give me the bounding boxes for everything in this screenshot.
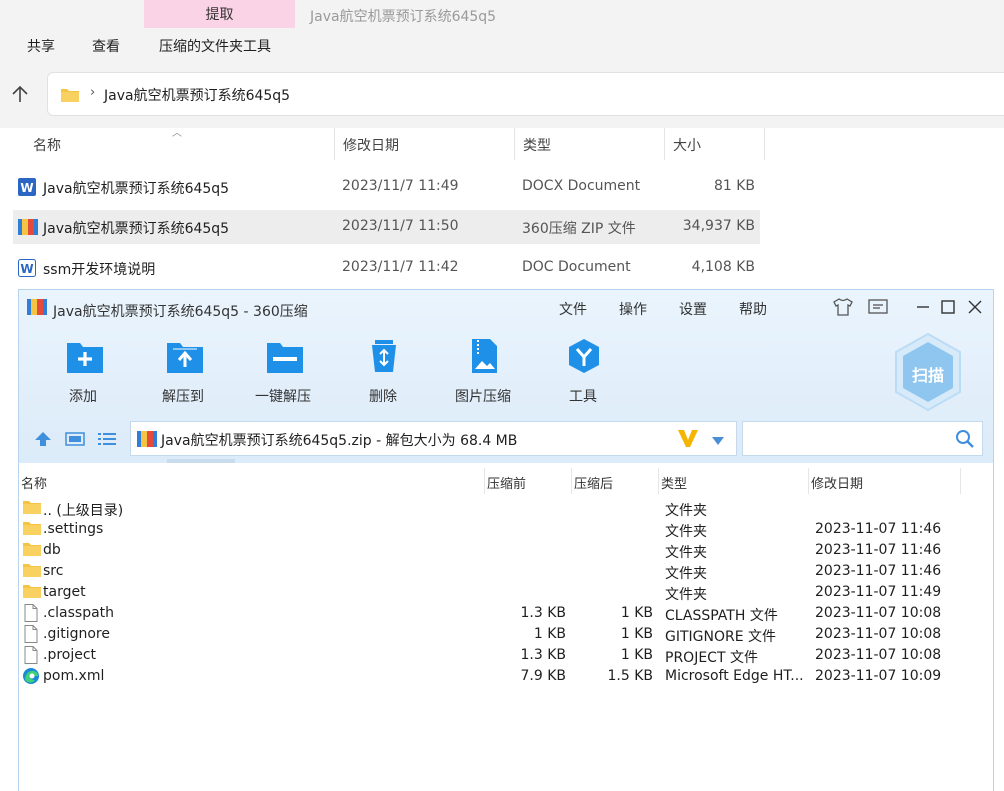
- folder-icon: [22, 499, 42, 519]
- list-item[interactable]: .project 1.3 KB 1 KB PROJECT 文件 2023-11-…: [19, 645, 993, 666]
- file-row[interactable]: W Java航空机票预订系统645q5 2023/11/7 11:49 DOCX…: [13, 170, 760, 204]
- archive-path-text: Java航空机票预订系统645q5.zip - 解包大小为 68.4 MB: [161, 433, 518, 449]
- svg-text:W: W: [20, 181, 33, 195]
- svg-text:W: W: [20, 262, 33, 276]
- col-header-date[interactable]: 修改日期: [335, 128, 515, 160]
- menu-operation[interactable]: 操作: [619, 299, 647, 319]
- extract-folder-icon: [166, 338, 203, 374]
- message-icon[interactable]: [867, 296, 889, 318]
- zip-archive-icon: [137, 430, 157, 452]
- close-icon[interactable]: [964, 296, 986, 318]
- zip-col-after[interactable]: 压缩后: [572, 468, 659, 494]
- zip-window: Java航空机票预订系统645q5 - 360压缩 文件 操作 设置 帮助 添加…: [18, 289, 994, 791]
- menu-help[interactable]: 帮助: [739, 299, 767, 319]
- folder-icon: [22, 541, 42, 561]
- address-bar[interactable]: › Java航空机票预订系统645q5: [47, 72, 1004, 116]
- search-box[interactable]: [742, 421, 983, 456]
- chevron-down-icon[interactable]: [711, 434, 725, 450]
- zip-archive-icon: [27, 298, 47, 320]
- col-header-name[interactable]: 名称: [25, 128, 335, 160]
- zip-col-before[interactable]: 压缩前: [485, 468, 572, 494]
- image-compress-button[interactable]: 图片压缩: [443, 338, 523, 408]
- scan-button[interactable]: 扫描: [892, 332, 964, 414]
- recycle-bin-icon: [366, 338, 402, 374]
- add-button[interactable]: 添加: [43, 338, 123, 408]
- zip-header: Java航空机票预订系统645q5 - 360压缩 文件 操作 设置 帮助 添加…: [19, 290, 993, 463]
- up-arrow-icon[interactable]: [10, 84, 32, 106]
- col-header-type[interactable]: 类型: [515, 128, 665, 160]
- file-row-selected[interactable]: Java航空机票预订系统645q5 2023/11/7 11:50 360压缩 …: [13, 210, 760, 244]
- maximize-icon[interactable]: [937, 296, 959, 318]
- explorer-window-title: Java航空机票预订系统645q5: [310, 9, 497, 25]
- one-click-extract-button[interactable]: 一键解压: [243, 338, 323, 408]
- folder-icon: [22, 583, 42, 603]
- add-folder-icon: [66, 338, 103, 374]
- zip-window-title: Java航空机票预订系统645q5 - 360压缩: [53, 304, 308, 320]
- address-path: Java航空机票预订系统645q5: [104, 88, 291, 104]
- list-item[interactable]: db 文件夹 2023-11-07 11:46: [19, 540, 993, 561]
- minimize-icon[interactable]: [912, 296, 934, 318]
- archive-path-bar[interactable]: Java航空机票预订系统645q5.zip - 解包大小为 68.4 MB: [130, 421, 737, 456]
- chevron-right-icon: ›: [90, 85, 96, 100]
- file-icon: [22, 646, 40, 668]
- file-icon: [22, 625, 40, 647]
- list-item[interactable]: .settings 文件夹 2023-11-07 11:46: [19, 519, 993, 540]
- file-row[interactable]: W ssm开发环境说明 2023/11/7 11:42 DOC Document…: [13, 251, 760, 285]
- skin-shirt-icon[interactable]: [832, 296, 854, 318]
- search-input[interactable]: [749, 428, 949, 450]
- list-item[interactable]: .classpath 1.3 KB 1 KB CLASSPATH 文件 2023…: [19, 603, 993, 624]
- tools-cube-icon: [566, 338, 602, 374]
- menu-file[interactable]: 文件: [559, 299, 587, 319]
- zip-archive-icon: [18, 218, 38, 240]
- delete-button[interactable]: 删除: [343, 338, 423, 408]
- zip-col-type[interactable]: 类型: [659, 468, 809, 494]
- folder-icon: [22, 562, 42, 582]
- image-compress-icon: [466, 338, 502, 374]
- ribbon-share[interactable]: 共享: [27, 36, 55, 56]
- word-doc-icon: W: [18, 178, 36, 200]
- zip-col-name[interactable]: 名称: [19, 468, 485, 494]
- ribbon-compressed-tools[interactable]: 压缩的文件夹工具: [159, 36, 271, 56]
- zip-col-date[interactable]: 修改日期: [809, 468, 961, 494]
- ribbon-view[interactable]: 查看: [92, 36, 120, 56]
- tab-underline: [167, 459, 235, 463]
- list-view-icon[interactable]: [97, 431, 117, 449]
- list-item[interactable]: .gitignore 1 KB 1 KB GITIGNORE 文件 2023-1…: [19, 624, 993, 645]
- file-icon: [22, 604, 40, 626]
- search-icon[interactable]: [955, 429, 975, 453]
- list-item[interactable]: pom.xml 7.9 KB 1.5 KB Microsoft Edge HT.…: [19, 666, 993, 687]
- explorer-ribbon: 提取 Java航空机票预订系统645q5 共享 查看 压缩的文件夹工具 › Ja…: [0, 0, 1004, 128]
- thumbnail-view-icon[interactable]: [65, 431, 85, 449]
- one-click-extract-icon: [266, 338, 303, 374]
- edge-icon: [22, 667, 40, 689]
- col-header-size[interactable]: 大小: [665, 128, 765, 160]
- up-level-icon[interactable]: [34, 431, 54, 449]
- extract-to-button[interactable]: 解压到: [143, 338, 223, 408]
- scan-label: 扫描: [911, 366, 944, 385]
- list-item[interactable]: target 文件夹 2023-11-07 11:49: [19, 582, 993, 603]
- list-item[interactable]: .. (上级目录) 文件夹: [19, 498, 993, 519]
- list-item[interactable]: src 文件夹 2023-11-07 11:46: [19, 561, 993, 582]
- verified-v-icon: [677, 428, 699, 452]
- menu-settings[interactable]: 设置: [679, 299, 707, 319]
- tools-button[interactable]: 工具: [543, 338, 623, 408]
- folder-icon: [60, 87, 80, 107]
- word-doc-icon: W: [18, 259, 36, 281]
- folder-icon: [22, 520, 42, 540]
- extract-tab[interactable]: 提取: [144, 0, 295, 28]
